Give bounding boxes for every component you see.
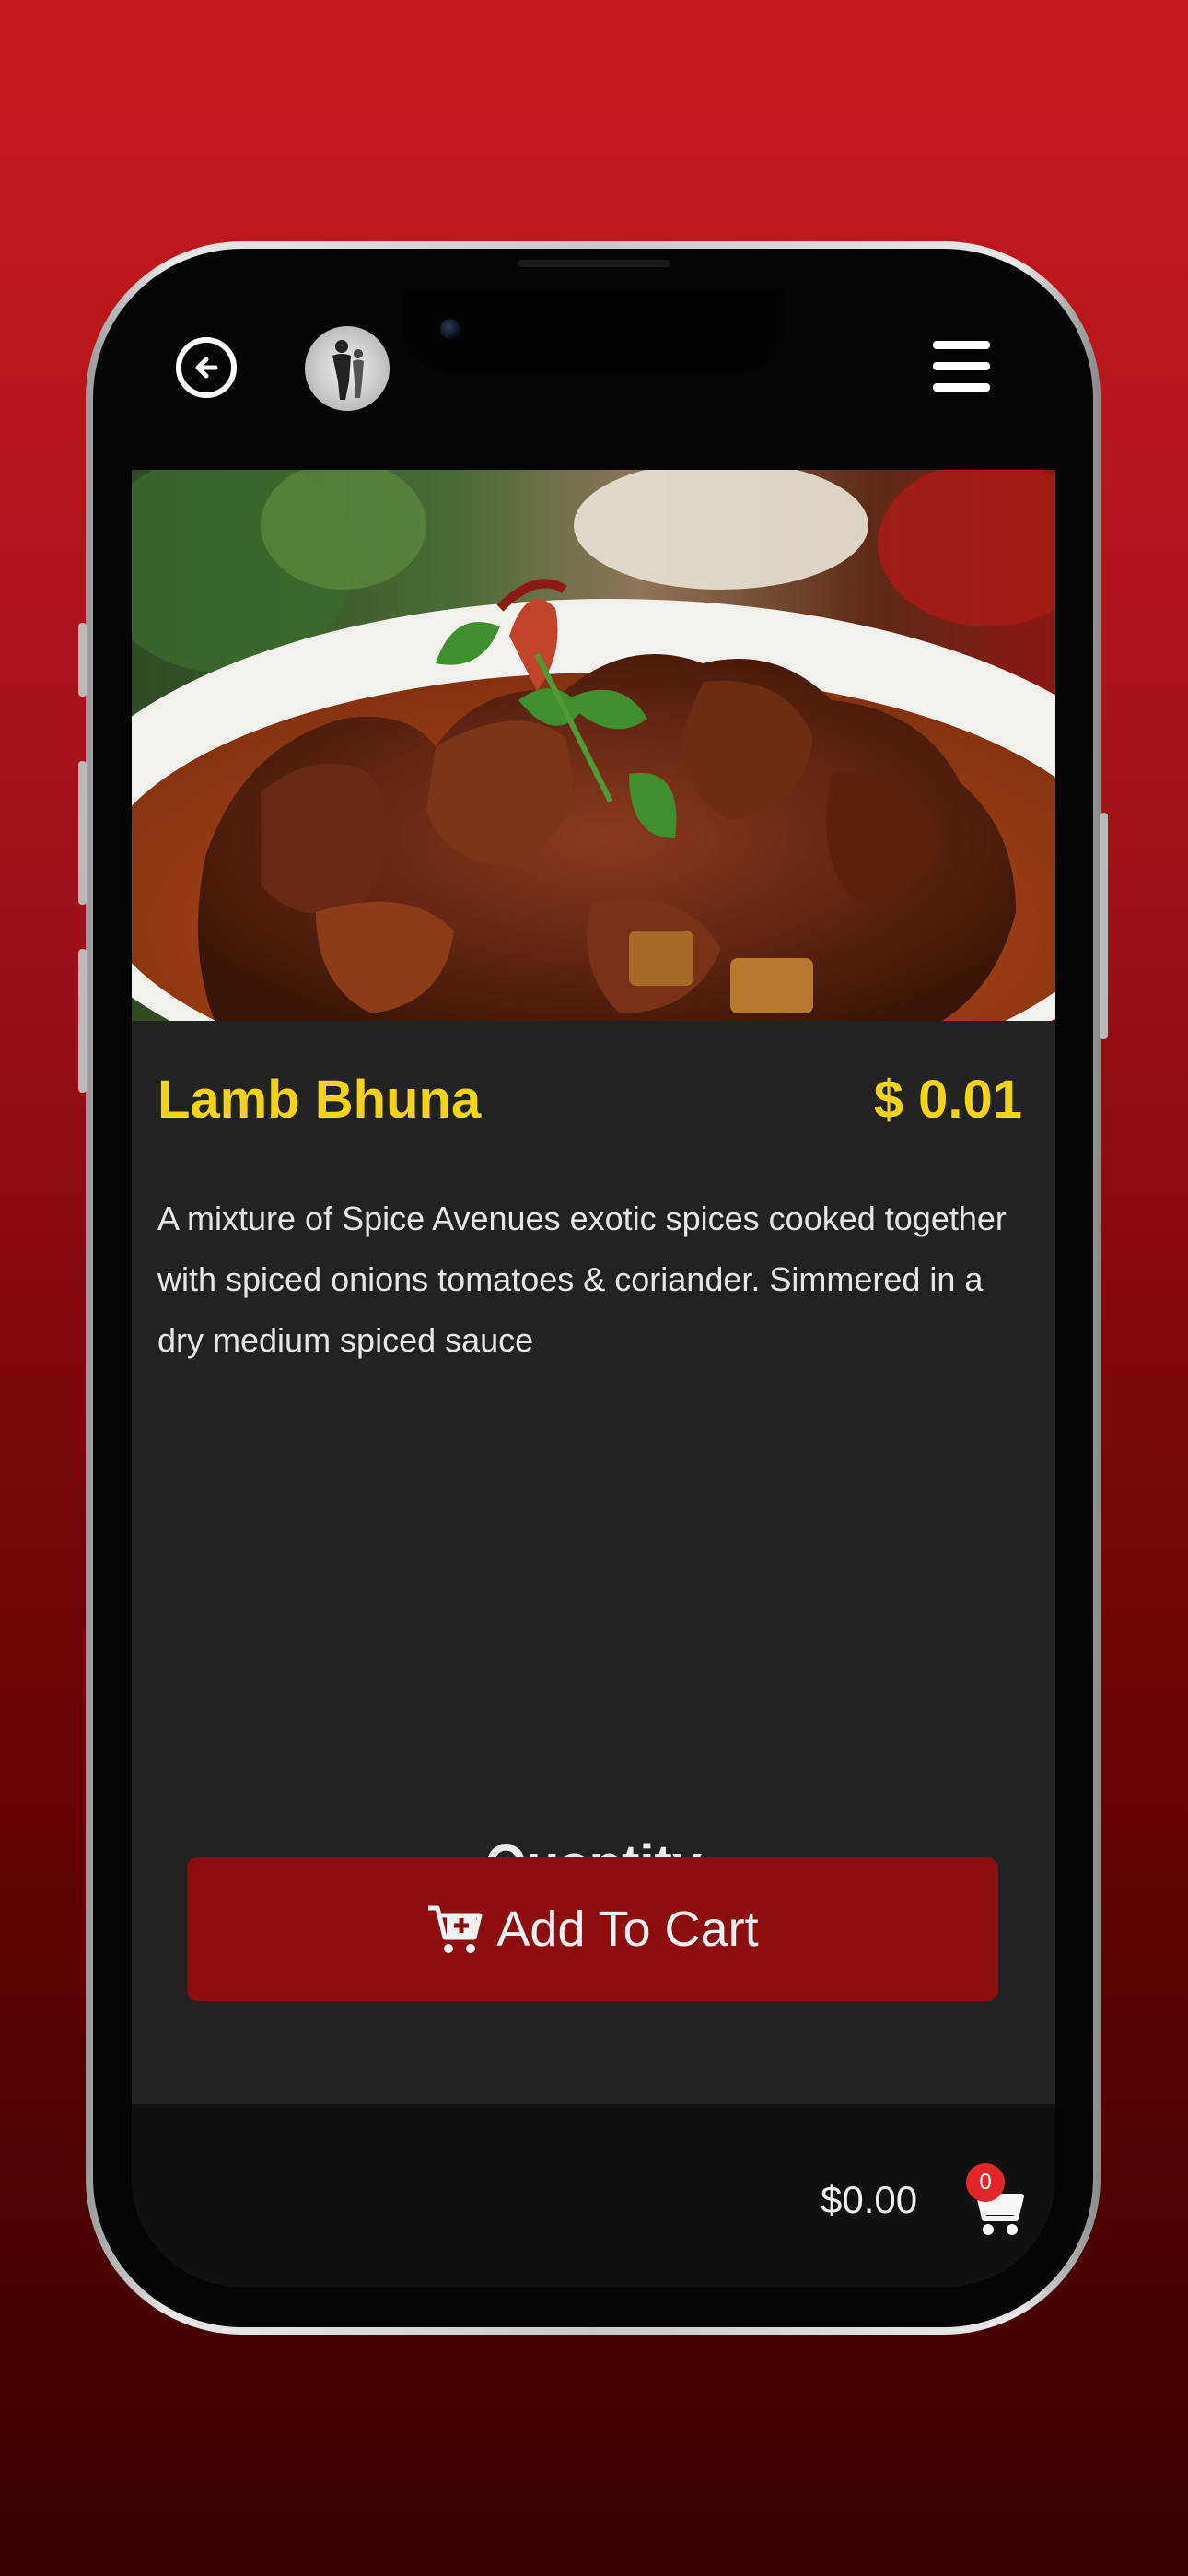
logo-figures-icon: [332, 340, 364, 400]
app-screen: Lamb Bhuna $ 0.01 A mixture of Spice Ave…: [132, 289, 1055, 2287]
cart-total: $0.00: [821, 2178, 918, 2221]
add-to-cart-label: Add To Cart: [496, 1902, 759, 1957]
cart-footer: $0.00 0: [132, 2104, 1055, 2287]
product-description: A mixture of Spice Avenues exotic spices…: [157, 1200, 1007, 1359]
add-to-cart-button[interactable]: Add To Cart: [187, 1857, 998, 2001]
product-image: [132, 470, 1055, 1021]
menu-button[interactable]: [933, 341, 990, 392]
hamburger-menu-icon: [933, 383, 990, 392]
back-arrow-icon: [195, 357, 218, 379]
hamburger-menu-icon: [933, 362, 990, 370]
cart-plus-icon: [428, 1905, 483, 1953]
hamburger-menu-icon: [933, 341, 990, 349]
phone-notch: [403, 289, 785, 374]
restaurant-logo[interactable]: [305, 326, 390, 411]
back-button[interactable]: [176, 337, 237, 398]
product-title: Lamb Bhuna: [157, 1070, 482, 1130]
phone-volume-up: [78, 761, 87, 905]
cart-count-badge: 0: [966, 2163, 1005, 2202]
phone-side-button: [78, 623, 87, 697]
phone-volume-down: [78, 949, 87, 1093]
phone-power-button: [1100, 813, 1108, 1039]
phone-speaker: [518, 260, 670, 267]
front-camera: [440, 319, 460, 339]
product-price: $ 0.01: [873, 1070, 1022, 1130]
